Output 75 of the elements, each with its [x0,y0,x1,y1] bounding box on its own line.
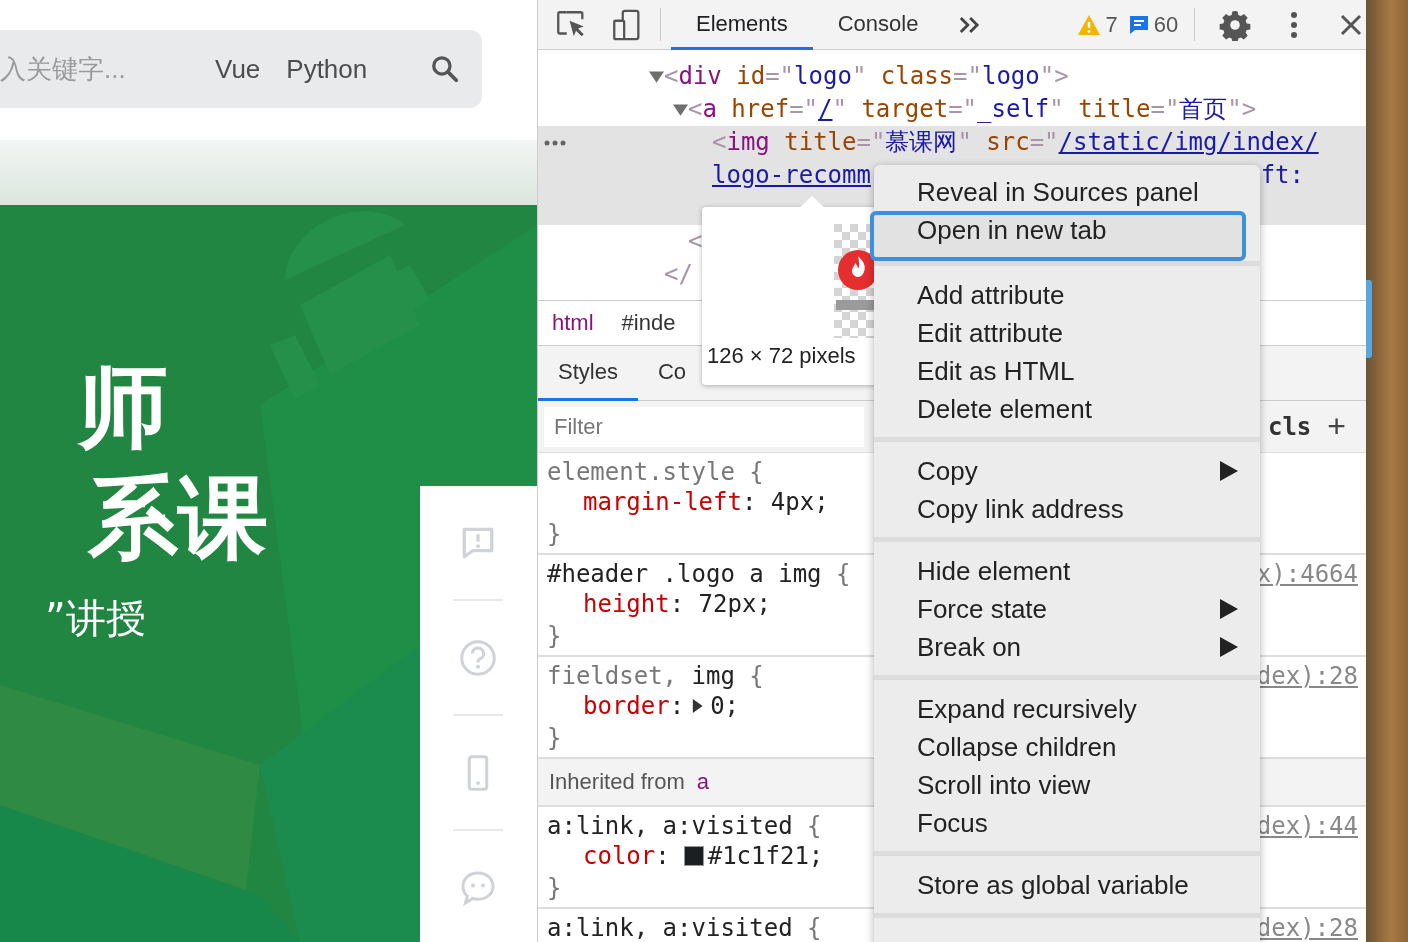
menu-item[interactable]: Delete element [874,390,1260,428]
colon: : [741,487,757,518]
search-icon[interactable] [430,54,460,84]
menu-item[interactable]: Copy [874,452,1260,490]
banner-title: 系课 [88,473,268,563]
menu-item[interactable]: Edit as HTML [874,352,1260,390]
menu-item[interactable]: Scroll into view [874,766,1260,804]
message-count: 60 [1153,11,1179,38]
image-size-label: 126 × 72 pixels [707,343,856,369]
property-name[interactable]: margin-left [583,486,742,518]
filter-field[interactable]: Filter [544,406,864,447]
colon: : [669,691,685,722]
css-selector: element.style [547,458,735,486]
message-icon [1127,13,1150,36]
panel-tab[interactable]: Console [812,0,944,50]
property-value[interactable]: 4px; [770,486,829,518]
panel-tab[interactable]: Elements [671,0,813,50]
brace: { [748,458,764,486]
menu-item[interactable]: Force state [874,590,1260,628]
brace: { [806,914,822,942]
css-selector: a:link, a:visited [547,812,793,840]
brace: { [748,662,764,690]
css-selector: fieldset, img [547,662,735,690]
brace: } [547,874,562,902]
colon: : [655,841,670,872]
dom-node[interactable]: <div id="logo" class="logo"> [664,60,1069,93]
menu-item[interactable]: Edit attribute [874,314,1260,352]
hot-word-link[interactable]: Vue [215,53,261,85]
brace: } [547,520,562,548]
more-icon[interactable] [544,140,566,146]
search-field[interactable]: 入关键字... [0,53,190,85]
class-toggle[interactable]: cls [1267,412,1312,441]
close-icon[interactable] [1339,12,1364,37]
css-selector: #header .logo a img [547,560,822,588]
banner-title: 师 [78,362,168,452]
dom-node[interactable]: logo-recomm [712,159,871,192]
warning-icon [1077,13,1102,36]
brace: } [547,724,562,752]
property-name[interactable]: color [583,840,656,872]
expanded-triangle-icon[interactable] [673,102,688,117]
menu-item[interactable]: Expand recursively [874,690,1260,728]
menu-item[interactable]: Store as global variable [874,866,1260,904]
menu-item[interactable]: Add attribute [874,276,1260,314]
property-value[interactable]: #1c1f21; [707,840,824,872]
css-selector: a:link, a:visited [547,914,793,942]
dom-node[interactable]: <a href="/" target="_self" title="首页"> [688,93,1257,126]
hot-word-link[interactable]: Python [286,53,368,85]
tag-link[interactable]: a [696,769,709,795]
settings-icon[interactable] [1219,8,1252,41]
property-name[interactable]: border [583,690,670,722]
breadcrumb[interactable]: #inde [621,310,676,336]
brace: } [547,622,562,650]
more-icon[interactable] [1290,10,1299,39]
colon: : [669,589,685,620]
breadcrumb[interactable]: html [552,310,594,336]
warning-count: 7 [1105,11,1118,38]
color-swatch[interactable] [683,846,704,866]
menu-item[interactable]: Open in new tab [870,211,1246,261]
dom-node[interactable]: ft: [1260,159,1304,192]
sidebar-tab[interactable]: Co [637,346,707,401]
banner-subtitle: ”讲授 [45,598,146,638]
expanded-triangle-icon[interactable] [649,69,664,84]
brace: { [835,560,851,588]
menu-item[interactable]: Reveal in Sources panel [874,173,1260,211]
brace: { [806,812,822,840]
source-link[interactable]: dex):28 [1256,914,1358,942]
property-value[interactable]: 72px; [698,588,771,620]
new-rule-button[interactable]: + [1327,408,1346,445]
section-header: Inherited from [549,769,685,795]
menu-item[interactable]: Collapse children [874,728,1260,766]
property-name[interactable]: height [583,588,670,620]
expand-triangle-icon[interactable] [690,699,705,713]
menu-item[interactable]: Copy link address [874,490,1260,528]
dom-node[interactable]: <img title="慕课网" src="/static/img/index/ [712,126,1319,159]
property-value[interactable]: 0; [710,690,740,722]
